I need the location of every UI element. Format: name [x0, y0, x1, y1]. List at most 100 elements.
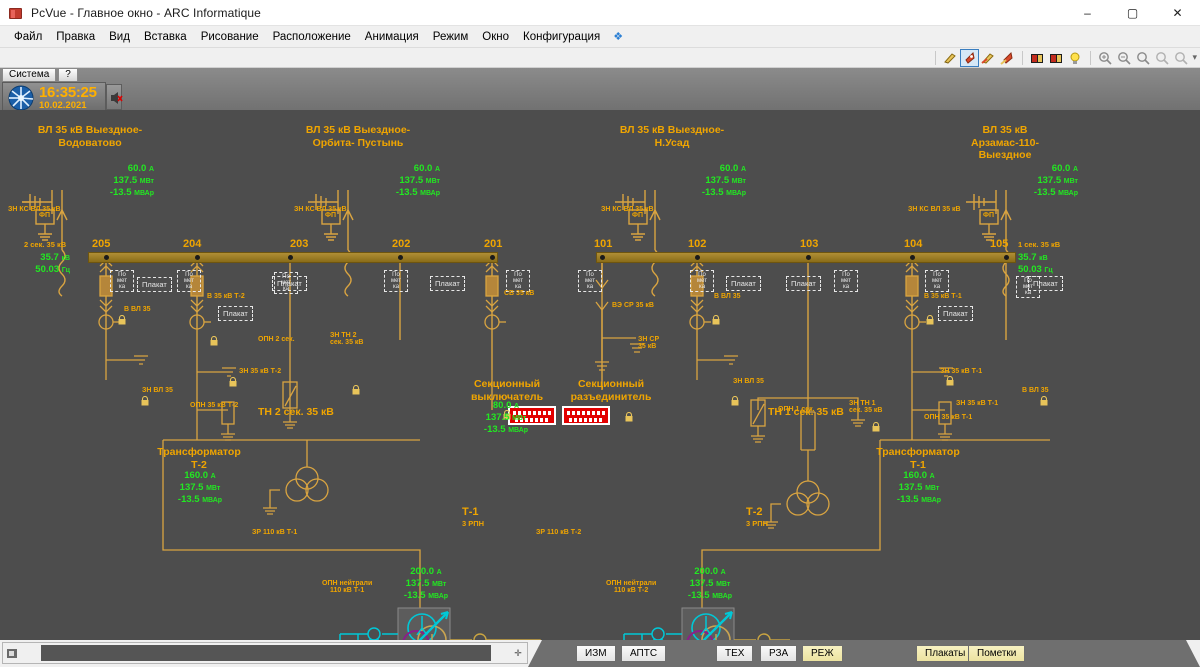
lock-icon-101[interactable]	[625, 411, 633, 422]
section-disconnector-title: Секционный разъединитель	[570, 378, 652, 403]
status-button-plakaty[interactable]: Плакаты	[916, 645, 975, 662]
pcvue-app-icon	[9, 6, 23, 20]
arrester-neutral-t2-label: ОПН нейтрали 110 кВ Т-2	[606, 580, 657, 594]
menu-item-mode[interactable]: Режим	[426, 29, 475, 45]
zoom-prev-icon[interactable]	[1173, 50, 1190, 66]
pometka-tag-205[interactable]: По мет ка	[110, 270, 134, 292]
plakat-tag-104[interactable]: Плакат	[938, 306, 973, 321]
pometka-tag-102[interactable]: По мет ка	[690, 270, 714, 292]
status-button-rza[interactable]: РЗА	[760, 645, 798, 662]
lock-icon-205[interactable]	[118, 314, 126, 325]
t2-mvar: -13.5	[177, 493, 200, 505]
pometka-tag-201[interactable]: По мет ка	[506, 270, 530, 292]
close-button[interactable]: ✕	[1155, 0, 1200, 26]
cell-number-102[interactable]: 102	[688, 238, 706, 250]
lock-icon-104[interactable]	[926, 314, 934, 325]
rocket-strike-icon[interactable]	[999, 50, 1016, 66]
clock-readout: 16:35:25 10.02.2021	[39, 85, 97, 111]
cell-number-204[interactable]: 204	[183, 238, 201, 250]
tab-system[interactable]: Система	[2, 68, 57, 81]
plakat-tag-202[interactable]: Плакат	[430, 276, 465, 291]
plakat-tag-105[interactable]: Плакат	[1028, 276, 1063, 291]
speaker-mute-icon[interactable]	[106, 84, 123, 110]
lock-icon-zn35-t2[interactable]	[229, 376, 237, 387]
toolbar-group-animation	[939, 48, 1019, 67]
busbar-section-2[interactable]	[88, 252, 498, 263]
status-button-pometki[interactable]: Пометки	[968, 645, 1026, 662]
status-button-rezh[interactable]: РЕЖ	[802, 645, 843, 662]
single-line-diagram: ВЛ 35 кВ Выездное- Водоватово ВЛ 35 кВ В…	[0, 110, 1200, 640]
bus1-hz: 50.03	[1018, 263, 1042, 275]
lightbulb-icon[interactable]	[1067, 50, 1084, 66]
lock-icon-zn-vl35-left[interactable]	[141, 395, 149, 406]
device-label-ve-sr35: ВЭ СР 35 кВ	[612, 302, 654, 309]
plakat-tag-102[interactable]: Плакат	[726, 276, 761, 291]
bottom-bar: ✛ ИЗМ АПТС ТЕХ РЗА РЕЖ Плакаты Пометки	[0, 640, 1200, 667]
lock-icon-zn-vl35-right[interactable]	[731, 395, 739, 406]
tab-help[interactable]: ?	[58, 68, 78, 81]
status-button-izm[interactable]: ИЗМ	[576, 645, 616, 662]
cell-number-101[interactable]: 101	[594, 238, 612, 250]
menu-item-edit[interactable]: Правка	[49, 29, 102, 45]
plakat-tag-203[interactable]: Плакат	[272, 276, 307, 291]
menu-item-insert[interactable]: Вставка	[137, 29, 194, 45]
lock-icon-105[interactable]	[1040, 395, 1048, 406]
lock-icon-102[interactable]	[712, 314, 720, 325]
cell-number-103[interactable]: 103	[800, 238, 818, 250]
pometka-tag-103[interactable]: По мет ка	[834, 270, 858, 292]
minimize-button[interactable]: –	[1065, 0, 1110, 26]
book-red2-icon[interactable]	[1048, 50, 1065, 66]
pen-strike-icon[interactable]	[980, 50, 997, 66]
lock-icon-zn35-t1[interactable]	[946, 375, 954, 386]
cell-number-201[interactable]: 201	[484, 238, 502, 250]
maximize-button[interactable]: ▢	[1110, 0, 1155, 26]
rocket-icon[interactable]	[960, 48, 980, 67]
scrollbar-thumb[interactable]	[41, 645, 491, 661]
status-button-apts[interactable]: АПТС	[621, 645, 667, 662]
bus-node-205	[104, 255, 109, 260]
menu-item-draw[interactable]: Рисование	[194, 29, 266, 45]
pometka-tag-104[interactable]: По мет ка	[925, 270, 949, 292]
lock-icon-zn-tn2[interactable]	[352, 384, 360, 395]
device-label-b35-t1: В 35 кВ Т-1	[924, 293, 962, 300]
section-breaker-measurements: 80.0 A 137.5 МВт -13.5 МВАр	[483, 400, 529, 435]
plakat-tag-205a[interactable]: Плакат	[137, 277, 172, 292]
bus1-readout: 35.7 кВ 50.03 Гц	[1018, 252, 1080, 276]
device-label-opn35-t2: ОПН 35 кВ Т-2	[190, 402, 239, 409]
status-button-tex[interactable]: ТЕХ	[716, 645, 754, 662]
pometka-tag-204[interactable]: По мет ка	[177, 270, 201, 292]
help-icon[interactable]: ❖	[607, 30, 629, 43]
toolbar-dropdown-arrow[interactable]: ▾	[1192, 52, 1197, 63]
pometka-tag-101[interactable]: По мет ка	[578, 270, 602, 292]
drawing-toolbar: ▾	[0, 48, 1200, 68]
menu-item-arrange[interactable]: Расположение	[266, 29, 358, 45]
menu-item-file[interactable]: Файл	[7, 29, 49, 45]
plakat-tag-204[interactable]: Плакат	[218, 306, 253, 321]
lock-icon-204[interactable]	[210, 335, 218, 346]
pometka-tag-202[interactable]: По мет ка	[384, 270, 408, 292]
measurements-102: 60.0 A 137.5 МВт -13.5 МВАр	[701, 163, 746, 198]
fp-label-105: ФП	[983, 212, 995, 219]
cell-number-203[interactable]: 203	[290, 238, 308, 250]
menu-item-view[interactable]: Вид	[102, 29, 137, 45]
pan-tool-icon[interactable]	[3, 643, 21, 663]
plakat-tag-103[interactable]: Плакат	[786, 276, 821, 291]
scroll-right-arrow[interactable]: ✛	[509, 643, 527, 663]
cell-number-104[interactable]: 104	[904, 238, 922, 250]
menu-item-window[interactable]: Окно	[475, 29, 516, 45]
horizontal-scrollbar[interactable]: ✛	[2, 642, 528, 664]
warning-sign-101[interactable]	[562, 406, 610, 425]
cell-number-105[interactable]: 105	[990, 238, 1008, 250]
book-red-icon[interactable]	[1029, 50, 1046, 66]
zoom-fit-icon[interactable]	[1154, 50, 1171, 66]
menu-item-animation[interactable]: Анимация	[358, 29, 426, 45]
cell-number-202[interactable]: 202	[392, 238, 410, 250]
pen-icon[interactable]	[942, 50, 959, 66]
zoom-select-icon[interactable]	[1135, 50, 1152, 66]
zoom-in-icon[interactable]	[1097, 50, 1114, 66]
zoom-out-icon[interactable]	[1116, 50, 1133, 66]
menu-item-configuration[interactable]: Конфигурация	[516, 29, 607, 45]
lock-icon-zn-tn1[interactable]	[872, 421, 880, 432]
transformer-t2-measurements: 160.0 A 137.5 МВт -13.5 МВАр	[177, 470, 223, 505]
cell-number-205[interactable]: 205	[92, 238, 110, 250]
